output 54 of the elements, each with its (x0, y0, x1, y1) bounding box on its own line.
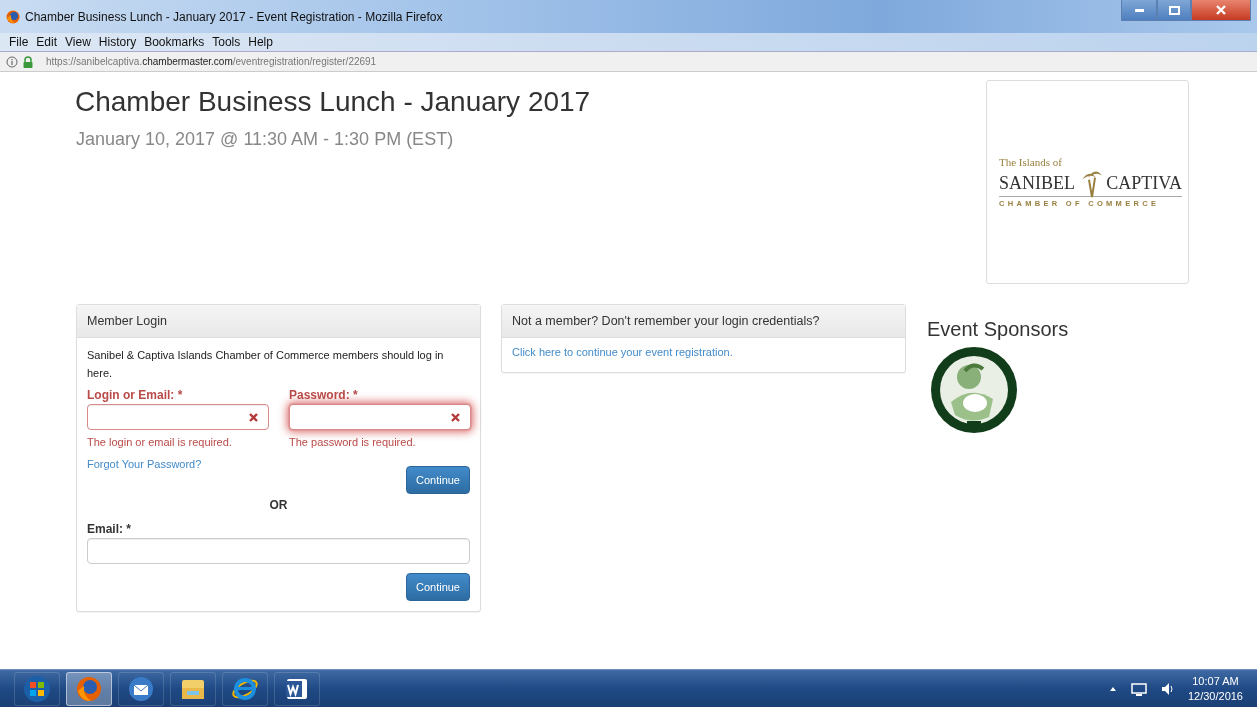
logo-text: The Islands of (999, 156, 1062, 168)
url-text[interactable]: https://sanibelcaptiva.chambermaster.com/eventregistration/register/22691 (46, 56, 377, 67)
taskbar-button[interactable] (222, 671, 268, 706)
continue-button[interactable]: Continue (405, 573, 470, 601)
taskbar-button[interactable] (118, 671, 164, 706)
close-icon (1216, 5, 1226, 15)
field-label: Login or Email: * (87, 388, 184, 402)
input-field[interactable] (87, 404, 269, 430)
lock-icon (22, 55, 34, 68)
error-icon (451, 412, 460, 422)
menu-item[interactable]: Bookmarks (140, 35, 209, 49)
logo-text: CAPTIVA (1106, 170, 1182, 194)
menu-item[interactable]: View (61, 35, 95, 49)
separator-text: OR (268, 498, 289, 512)
continue-registration-link[interactable]: Click here to continue your event registration. (512, 346, 733, 358)
menu-item[interactable]: History (94, 35, 141, 49)
minimize-icon (1133, 6, 1145, 14)
info-icon (6, 55, 18, 68)
start-button[interactable] (14, 671, 60, 706)
sponsors-heading: Event Sponsors (927, 318, 1069, 341)
event-title: Chamber Business Lunch - January 2017 (75, 85, 592, 118)
firefox-icon (75, 674, 103, 703)
taskbar-button[interactable] (170, 671, 216, 706)
error-icon (249, 412, 258, 422)
error-message: The password is required. (289, 436, 417, 448)
panel-heading: Member Login (77, 305, 480, 338)
network-icon[interactable] (1130, 681, 1147, 696)
error-message: The login or email is required. (87, 436, 233, 448)
event-date: January 10, 2017 @ 11:30 AM - 1:30 PM (EST) (76, 129, 455, 150)
input-field[interactable] (87, 538, 470, 564)
field-label: Password: * (289, 388, 359, 402)
field-label: Email: * (87, 522, 132, 536)
firefox-icon (6, 9, 20, 24)
maximize-button[interactable] (1157, 0, 1191, 21)
clock-time[interactable]: 10:07 AM (1187, 673, 1243, 689)
taskbar-button[interactable] (274, 671, 320, 706)
logo-text: SANIBEL (999, 170, 1075, 194)
window-title: Chamber Business Lunch - January 2017 - Event Registration - Mozilla Firefox (25, 9, 444, 24)
menu-item[interactable]: File (5, 35, 33, 49)
mail-icon (127, 674, 155, 703)
input-field[interactable] (289, 404, 471, 430)
menu-item[interactable]: Edit (32, 35, 62, 49)
panel-heading: Not a member? Don't remember your login credentials? (502, 305, 905, 338)
forgot-password-link[interactable]: Forgot Your Password? (87, 458, 202, 470)
minimize-button[interactable] (1121, 0, 1157, 21)
menu-item[interactable]: Tools (208, 35, 245, 49)
close-button[interactable] (1191, 0, 1251, 21)
speaker-icon[interactable] (1160, 681, 1174, 696)
menu-item[interactable]: Help (244, 35, 277, 49)
intro-text: Sanibel & Captiva Islands Chamber of Commerce members should log in here. (87, 348, 445, 381)
clock-date[interactable]: 12/30/2016 (1187, 688, 1243, 704)
maximize-icon (1168, 5, 1180, 15)
windows-logo-icon (23, 674, 51, 703)
continue-button[interactable]: Continue (405, 466, 470, 494)
